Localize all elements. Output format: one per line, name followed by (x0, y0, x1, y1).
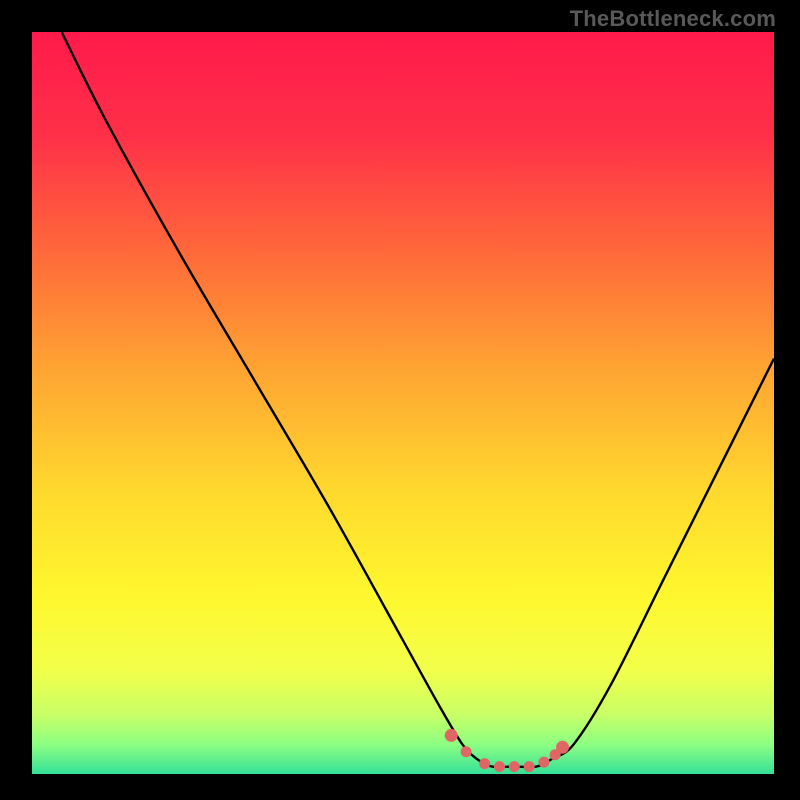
optimal-dot (445, 729, 458, 742)
optimal-dot (509, 761, 520, 772)
optimal-dot (479, 758, 490, 769)
watermark-text: TheBottleneck.com (570, 6, 776, 32)
chart-frame: TheBottleneck.com (0, 0, 800, 800)
gradient-bg (32, 32, 774, 774)
chart-svg (32, 32, 774, 774)
plot-area (32, 32, 774, 774)
optimal-dot (494, 761, 505, 772)
optimal-dot (538, 757, 549, 768)
optimal-dot (556, 741, 569, 754)
optimal-dot (461, 746, 472, 757)
optimal-dot (524, 761, 535, 772)
